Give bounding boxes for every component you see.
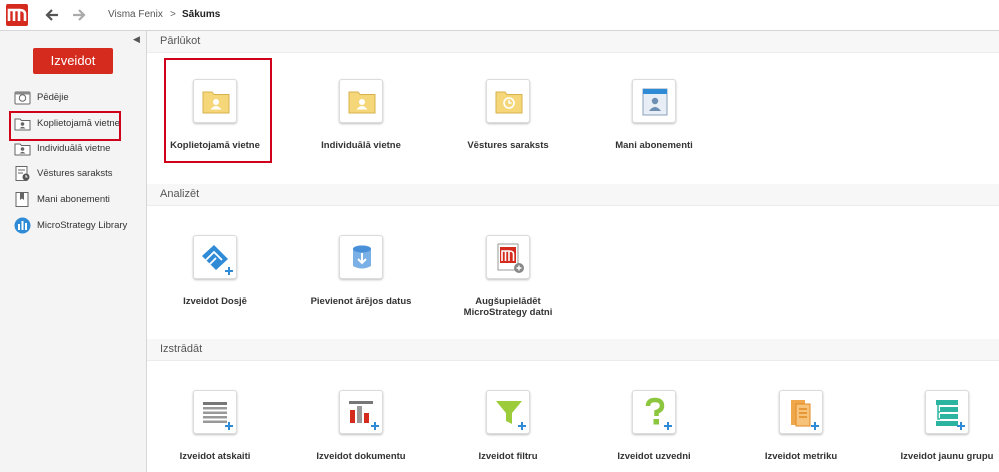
history-folder-icon: [486, 79, 530, 123]
tile-create-dossier[interactable]: Izveidot Dosjē: [145, 235, 285, 307]
sidebar-item-recent[interactable]: Pēdējie: [14, 86, 142, 108]
tile-label: Individuālā vietne: [321, 140, 401, 151]
subscriptions-icon: [14, 191, 31, 208]
prompt-add-icon: [632, 390, 676, 434]
back-arrow-icon[interactable]: [43, 6, 61, 24]
tile-label: Pievienot ārējos datus: [310, 296, 412, 307]
tile-label: Izveidot filtru: [478, 451, 538, 462]
breadcrumb-separator: >: [170, 9, 176, 20]
tile-create-prompt[interactable]: Izveidot uzvedni: [584, 390, 724, 462]
dossier-add-icon: [193, 235, 237, 279]
personal-folder-icon: [14, 140, 31, 157]
sidebar-selection-highlight: [9, 111, 121, 141]
create-button[interactable]: Izveidot: [33, 48, 113, 74]
filter-add-icon: [486, 390, 530, 434]
collapse-sidebar-icon[interactable]: ◀: [133, 34, 140, 45]
tile-label-line-2: MicroStrategy datni: [463, 307, 553, 318]
tile-label: Augšupielādēt MicroStrategy datni: [438, 296, 578, 318]
forward-arrow-icon[interactable]: [70, 6, 88, 24]
tile-personal-folder[interactable]: Individuālā vietne: [291, 79, 431, 151]
sidebar-item-label: MicroStrategy Library: [37, 219, 128, 231]
tile-label: Mani abonementi: [615, 140, 693, 151]
breadcrumb-current: Sākums: [182, 9, 221, 20]
sidebar-item-label: Pēdējie: [37, 91, 69, 103]
tile-create-metric[interactable]: Izveidot metriku: [731, 390, 871, 462]
section-title: Analizēt: [160, 188, 200, 200]
tile-add-external-data[interactable]: Pievienot ārējos datus: [291, 235, 431, 307]
history-list-icon: [14, 165, 31, 182]
subscriptions-icon: [632, 79, 676, 123]
report-add-icon: [193, 390, 237, 434]
sidebar-item-label: Mani abonementi: [37, 193, 110, 205]
breadcrumb-root[interactable]: Visma Fenix: [108, 9, 163, 20]
tile-create-filter[interactable]: Izveidot filtru: [438, 390, 578, 462]
top-bar: Visma Fenix > Sākums: [0, 0, 999, 31]
database-import-icon: [339, 235, 383, 279]
main-content: Pārlūkot Koplietojamā vietne Individuālā…: [147, 31, 999, 472]
tile-create-report[interactable]: Izveidot atskaiti: [145, 390, 285, 462]
tile-history-list[interactable]: Vēstures saraksts: [438, 79, 578, 151]
tile-selection-highlight: [164, 58, 272, 163]
tile-subscriptions[interactable]: Mani abonementi: [584, 79, 724, 151]
tile-label: Izveidot atskaiti: [179, 451, 251, 462]
tile-label: Izveidot metriku: [764, 451, 838, 462]
section-title: Izstrādāt: [160, 343, 203, 355]
tile-label: Izveidot uzvedni: [617, 451, 691, 462]
tile-upload-mstr-file[interactable]: Augšupielādēt MicroStrategy datni: [438, 235, 578, 318]
section-header-develop: Izstrādāt: [147, 339, 999, 361]
tile-label: Izveidot dokumentu: [316, 451, 406, 462]
group-add-icon: [925, 390, 969, 434]
sidebar-item-history[interactable]: Vēstures saraksts: [14, 162, 142, 184]
section-header-analyze: Analizēt: [147, 184, 999, 206]
section-title: Pārlūkot: [160, 35, 201, 47]
document-add-icon: [339, 390, 383, 434]
metric-add-icon: [779, 390, 823, 434]
recent-icon: [14, 89, 31, 106]
upload-mstr-file-icon: [486, 235, 530, 279]
section-header-browse: Pārlūkot: [147, 31, 999, 53]
tile-create-document[interactable]: Izveidot dokumentu: [291, 390, 431, 462]
library-icon: [14, 217, 31, 234]
sidebar-item-label: Vēstures saraksts: [37, 167, 113, 179]
sidebar: ◀ Izveidot Pēdējie Koplietojamā vietne I…: [0, 31, 147, 472]
sidebar-item-library[interactable]: MicroStrategy Library: [14, 214, 142, 236]
tile-label-line-1: Augšupielādēt: [475, 296, 541, 307]
microstrategy-logo[interactable]: [6, 4, 28, 26]
personal-folder-icon: [339, 79, 383, 123]
tile-create-group[interactable]: Izveidot jaunu grupu: [877, 390, 999, 462]
sidebar-item-label: Individuālā vietne: [37, 142, 111, 154]
tile-label: Izveidot Dosjē: [183, 296, 247, 307]
tile-label: Izveidot jaunu grupu: [900, 451, 994, 462]
tile-label: Vēstures saraksts: [467, 140, 549, 151]
sidebar-item-subscriptions[interactable]: Mani abonementi: [14, 188, 142, 210]
